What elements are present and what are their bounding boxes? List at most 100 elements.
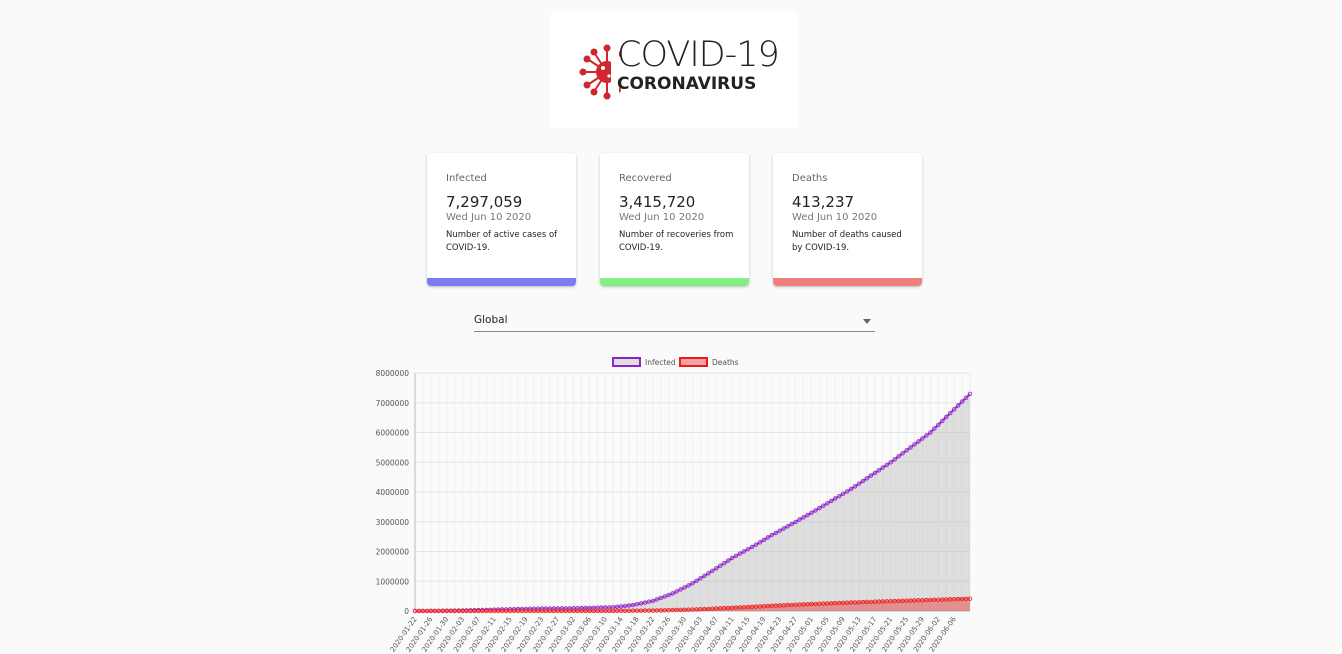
data-point — [848, 486, 854, 492]
data-point — [908, 598, 913, 603]
logo-title: COVID-19 — [617, 35, 780, 75]
card-value: 3,415,720 — [619, 193, 696, 211]
data-point — [448, 608, 453, 614]
data-point — [690, 607, 695, 612]
data-point — [638, 608, 644, 613]
data-point — [793, 602, 798, 607]
data-point — [440, 608, 445, 614]
data-point — [848, 600, 854, 605]
data-point — [757, 604, 763, 609]
card-description: Number of recoveries from COVID-19. — [619, 230, 734, 253]
y-tick-label: 7000000 — [376, 399, 410, 408]
data-point — [694, 578, 699, 583]
data-point — [761, 604, 767, 609]
data-point — [567, 608, 572, 614]
data-point — [650, 608, 656, 613]
data-point — [733, 553, 739, 558]
data-point — [607, 605, 612, 610]
data-point — [618, 604, 624, 609]
data-point — [591, 608, 596, 614]
recovered-card: Recovered 3,415,720 Wed Jun 10 2020 Numb… — [600, 153, 749, 286]
cases-line-chart: 0 1000000 2000000 3000000 4000000 5000000 6000… — [376, 357, 973, 653]
data-point — [777, 603, 782, 608]
data-point — [928, 430, 933, 435]
data-point — [452, 608, 457, 614]
data-point — [603, 608, 608, 614]
data-point — [706, 606, 711, 612]
data-point — [678, 587, 683, 592]
infected-card: Infected 7,297,059 Wed Jun 10 2020 Numbe… — [427, 153, 576, 286]
data-point — [785, 602, 790, 608]
data-point — [825, 601, 830, 606]
data-point — [662, 594, 667, 599]
data-point — [761, 537, 767, 543]
data-point — [844, 489, 850, 494]
card-title: Deaths — [792, 173, 828, 184]
data-point — [785, 524, 790, 529]
data-point — [951, 596, 957, 602]
data-point — [821, 601, 826, 606]
data-point — [837, 493, 842, 499]
y-tick-label: 1000000 — [376, 577, 410, 586]
data-point — [523, 608, 529, 614]
data-point — [706, 571, 711, 576]
data-point — [444, 608, 449, 614]
card-description: Number of deaths caused by COVID-19. — [792, 230, 902, 253]
data-point — [622, 608, 628, 613]
data-point — [670, 607, 675, 613]
data-point — [860, 478, 866, 484]
data-point — [769, 603, 774, 608]
data-point — [642, 600, 648, 605]
data-point — [726, 605, 731, 611]
data-point — [745, 546, 751, 552]
data-point — [749, 604, 755, 609]
data-point — [916, 598, 921, 603]
legend-label-infected: Infected — [645, 358, 676, 367]
data-point — [726, 558, 731, 563]
data-point — [614, 604, 620, 609]
data-point — [575, 608, 580, 614]
data-point — [765, 535, 770, 540]
data-point — [658, 595, 663, 601]
data-point — [809, 601, 814, 607]
data-point — [829, 498, 834, 504]
data-point — [622, 603, 628, 609]
y-tick-label: 8000000 — [376, 369, 410, 378]
data-point — [599, 608, 604, 614]
data-point — [967, 596, 973, 601]
data-point — [948, 597, 953, 602]
data-point — [932, 597, 937, 602]
data-point — [718, 563, 723, 568]
data-point — [940, 597, 945, 602]
data-point — [777, 528, 782, 533]
data-point — [674, 589, 679, 594]
data-point — [896, 454, 901, 459]
data-point — [610, 608, 616, 614]
data-point — [694, 607, 699, 612]
data-point — [888, 598, 893, 604]
data-point — [476, 608, 481, 614]
data-point — [412, 608, 418, 614]
data-point — [888, 460, 893, 465]
data-point — [733, 605, 739, 610]
data-point — [753, 604, 759, 609]
data-point — [860, 599, 866, 605]
data-point — [817, 601, 822, 606]
data-point — [686, 607, 691, 612]
data-point — [484, 608, 489, 614]
data-point — [702, 573, 707, 578]
data-point — [741, 605, 747, 610]
data-point — [932, 426, 937, 431]
data-point — [714, 606, 719, 611]
data-point — [773, 603, 778, 608]
data-point — [813, 508, 818, 513]
card-date: Wed Jun 10 2020 — [792, 212, 878, 223]
data-point — [607, 608, 612, 614]
data-point — [745, 604, 751, 610]
data-point — [801, 602, 806, 607]
y-tick-label: 5000000 — [376, 458, 410, 467]
data-point — [951, 407, 957, 412]
data-point — [714, 566, 719, 571]
data-point — [809, 510, 814, 515]
country-select[interactable]: Global — [474, 309, 875, 332]
